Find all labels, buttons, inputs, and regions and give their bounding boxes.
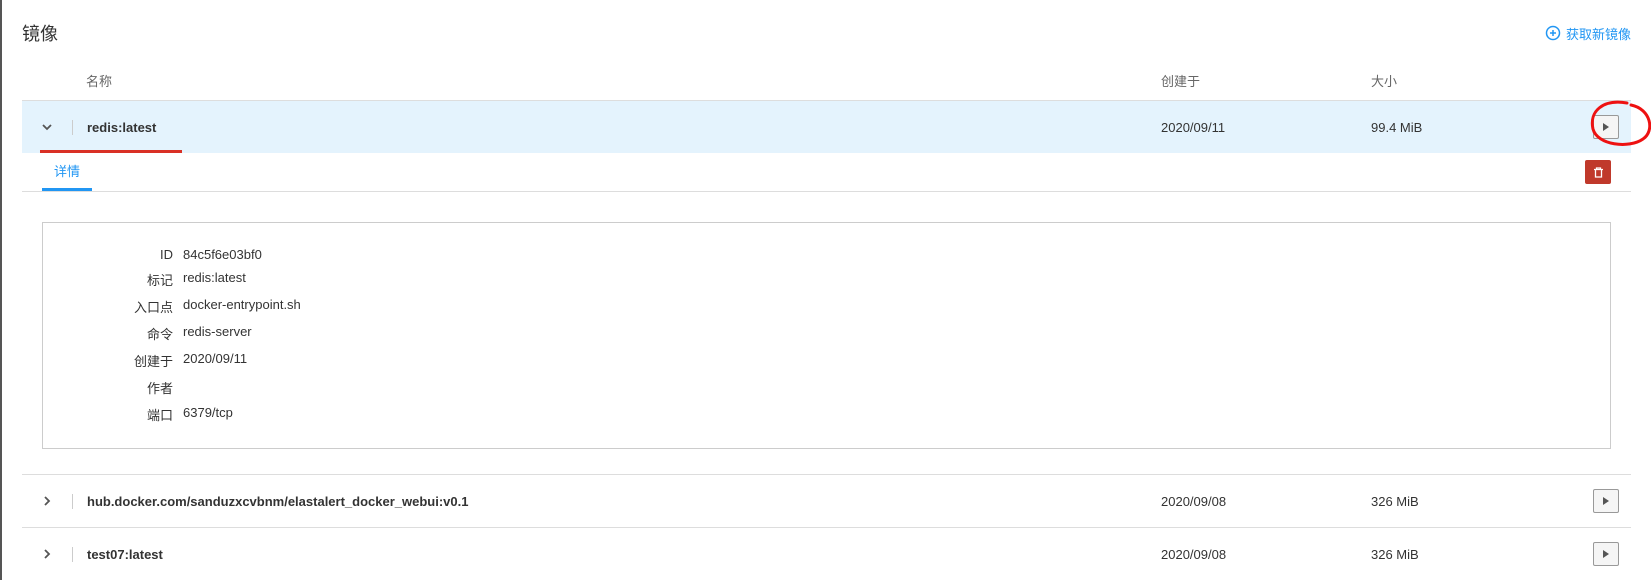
image-name: test07:latest xyxy=(87,547,163,562)
get-new-image-button[interactable]: 获取新镜像 xyxy=(1545,24,1631,43)
play-icon xyxy=(1601,549,1611,559)
image-created: 2020/09/11 xyxy=(1161,120,1371,135)
table-row[interactable]: test07:latest 2020/09/08 326 MiB xyxy=(22,527,1631,580)
detail-label-command: 命令 xyxy=(43,324,183,343)
image-size: 326 MiB xyxy=(1371,547,1581,562)
annotation-underline xyxy=(40,150,182,153)
detail-value-command: redis-server xyxy=(183,324,252,343)
run-button[interactable] xyxy=(1593,489,1619,513)
column-header-created: 创建于 xyxy=(1161,71,1371,90)
table-header: 名称 创建于 大小 xyxy=(22,61,1631,100)
chevron-right-icon[interactable] xyxy=(40,494,54,508)
expanded-details: 详情 ID 84c5f6e03bf0 标记 redis:latest xyxy=(22,153,1631,449)
detail-value-created: 2020/09/11 xyxy=(183,351,247,370)
play-icon xyxy=(1601,496,1611,506)
detail-label-tag: 标记 xyxy=(43,270,183,289)
image-size: 326 MiB xyxy=(1371,494,1581,509)
detail-panel: ID 84c5f6e03bf0 标记 redis:latest 入口点 dock… xyxy=(42,222,1611,449)
page-title: 镜像 xyxy=(22,20,58,46)
image-name: hub.docker.com/sanduzxcvbnm/elastalert_d… xyxy=(87,494,468,509)
detail-value-port: 6379/tcp xyxy=(183,405,233,424)
detail-label-author: 作者 xyxy=(43,378,183,397)
run-button[interactable] xyxy=(1593,542,1619,566)
images-table: 名称 创建于 大小 redis:latest 2020/09/11 99.4 M… xyxy=(22,61,1631,580)
table-row[interactable]: hub.docker.com/sanduzxcvbnm/elastalert_d… xyxy=(22,474,1631,527)
image-created: 2020/09/08 xyxy=(1161,547,1371,562)
detail-value-id: 84c5f6e03bf0 xyxy=(183,247,262,262)
table-row[interactable]: redis:latest 2020/09/11 99.4 MiB xyxy=(22,100,1631,153)
detail-label-port: 端口 xyxy=(43,405,183,424)
detail-label-id: ID xyxy=(43,247,183,262)
tab-details[interactable]: 详情 xyxy=(42,153,92,191)
plus-circle-icon xyxy=(1545,25,1561,41)
chevron-down-icon[interactable] xyxy=(40,120,54,134)
detail-label-entrypoint: 入口点 xyxy=(43,297,183,316)
image-size: 99.4 MiB xyxy=(1371,120,1581,135)
play-icon xyxy=(1601,122,1611,132)
image-name: redis:latest xyxy=(87,120,156,135)
delete-button[interactable] xyxy=(1585,160,1611,184)
chevron-right-icon[interactable] xyxy=(40,547,54,561)
detail-value-entrypoint: docker-entrypoint.sh xyxy=(183,297,301,316)
detail-label-created: 创建于 xyxy=(43,351,183,370)
column-header-size: 大小 xyxy=(1371,71,1581,90)
column-header-name: 名称 xyxy=(72,71,1161,90)
run-button[interactable] xyxy=(1593,115,1619,139)
trash-icon xyxy=(1592,166,1605,179)
detail-value-tag: redis:latest xyxy=(183,270,246,289)
get-new-image-label: 获取新镜像 xyxy=(1566,24,1631,43)
image-created: 2020/09/08 xyxy=(1161,494,1371,509)
